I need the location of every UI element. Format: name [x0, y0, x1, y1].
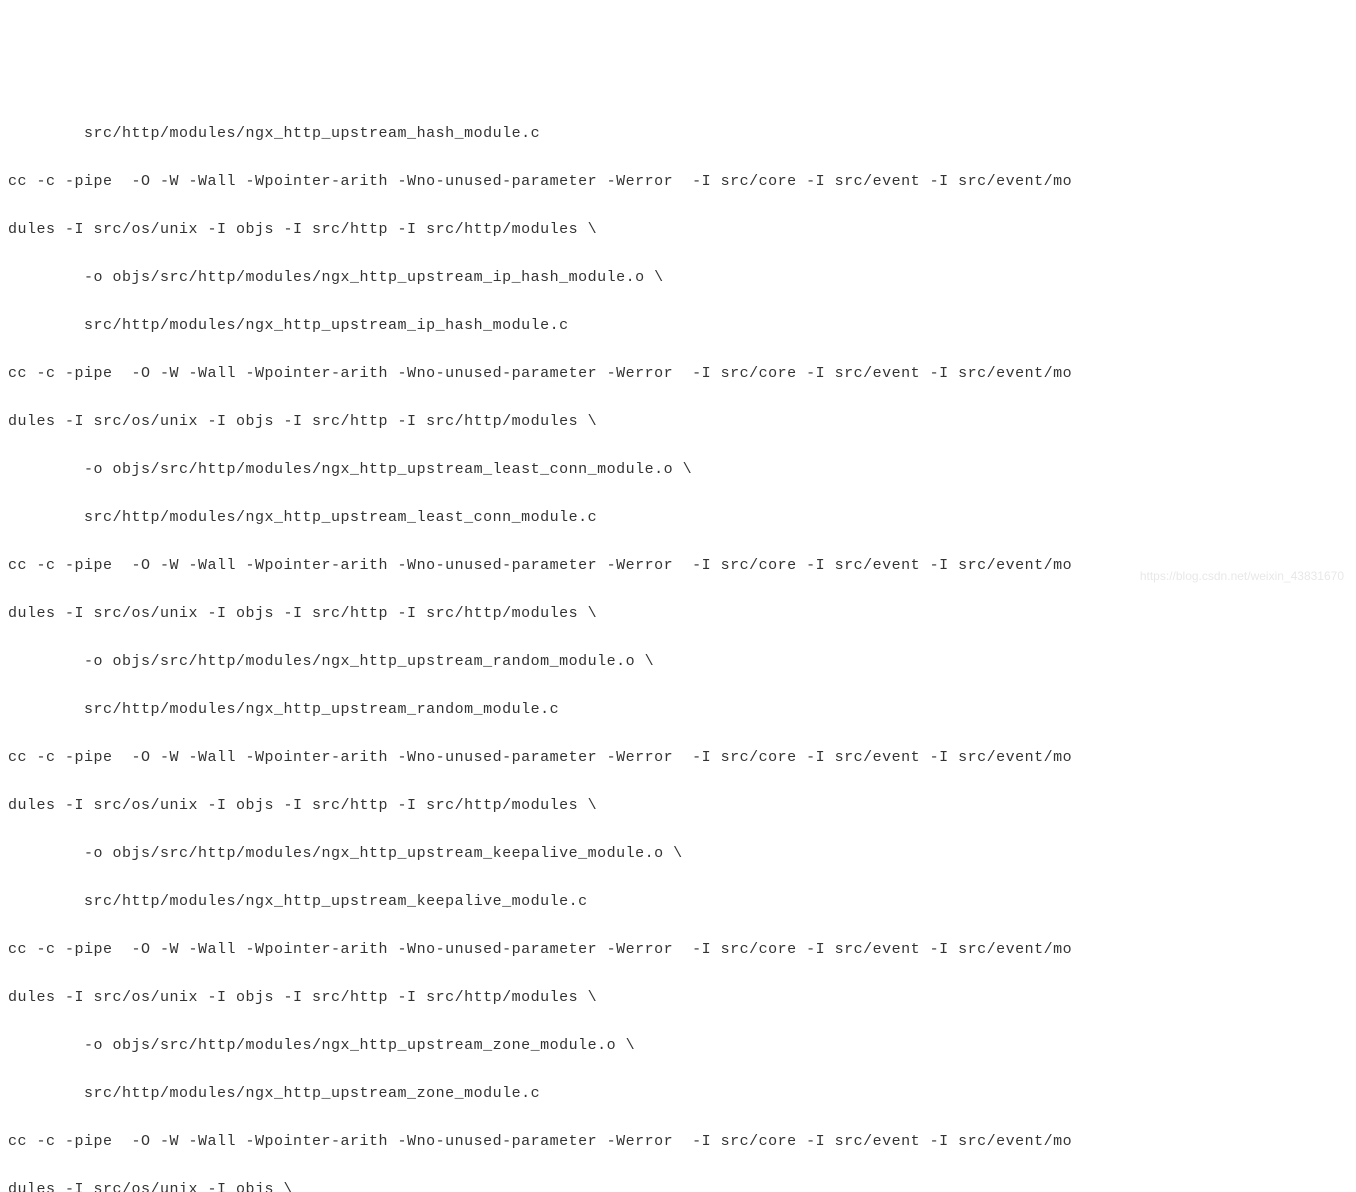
- terminal-line: src/http/modules/ngx_http_upstream_least…: [8, 506, 1348, 530]
- terminal-line: dules -I src/os/unix -I objs -I src/http…: [8, 602, 1348, 626]
- terminal-line: -o objs/src/http/modules/ngx_http_upstre…: [8, 650, 1348, 674]
- terminal-line: dules -I src/os/unix -I objs \: [8, 1178, 1348, 1192]
- terminal-line: dules -I src/os/unix -I objs -I src/http…: [8, 986, 1348, 1010]
- terminal-line: cc -c -pipe -O -W -Wall -Wpointer-arith …: [8, 1130, 1348, 1154]
- terminal-line: cc -c -pipe -O -W -Wall -Wpointer-arith …: [8, 170, 1348, 194]
- terminal-line: -o objs/src/http/modules/ngx_http_upstre…: [8, 842, 1348, 866]
- terminal-line: src/http/modules/ngx_http_upstream_ip_ha…: [8, 314, 1348, 338]
- terminal-line: dules -I src/os/unix -I objs -I src/http…: [8, 410, 1348, 434]
- terminal-line: src/http/modules/ngx_http_upstream_rando…: [8, 698, 1348, 722]
- terminal-line: dules -I src/os/unix -I objs -I src/http…: [8, 794, 1348, 818]
- terminal-line: dules -I src/os/unix -I objs -I src/http…: [8, 218, 1348, 242]
- terminal-line: -o objs/src/http/modules/ngx_http_upstre…: [8, 458, 1348, 482]
- terminal-line: cc -c -pipe -O -W -Wall -Wpointer-arith …: [8, 362, 1348, 386]
- terminal-line: cc -c -pipe -O -W -Wall -Wpointer-arith …: [8, 746, 1348, 770]
- terminal-line: cc -c -pipe -O -W -Wall -Wpointer-arith …: [8, 554, 1348, 578]
- terminal-output: src/http/modules/ngx_http_upstream_hash_…: [8, 98, 1348, 1192]
- terminal-line: src/http/modules/ngx_http_upstream_zone_…: [8, 1082, 1348, 1106]
- terminal-line: src/http/modules/ngx_http_upstream_hash_…: [8, 122, 1348, 146]
- terminal-line: -o objs/src/http/modules/ngx_http_upstre…: [8, 266, 1348, 290]
- terminal-line: cc -c -pipe -O -W -Wall -Wpointer-arith …: [8, 938, 1348, 962]
- terminal-line: -o objs/src/http/modules/ngx_http_upstre…: [8, 1034, 1348, 1058]
- terminal-line: src/http/modules/ngx_http_upstream_keepa…: [8, 890, 1348, 914]
